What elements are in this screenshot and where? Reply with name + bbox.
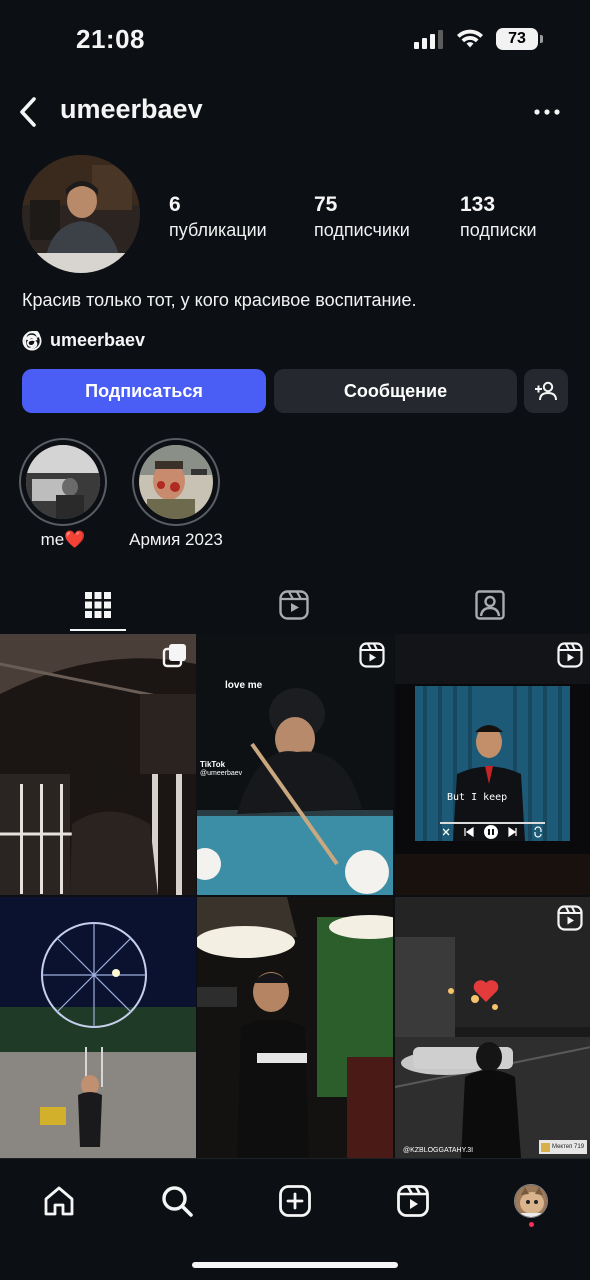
highlight-ring [132, 438, 220, 526]
follow-button[interactable]: Подписаться [22, 369, 266, 413]
post-tile[interactable] [197, 897, 393, 1158]
nav-search[interactable] [157, 1181, 197, 1221]
stat-followers-label: подписчики [314, 220, 410, 240]
tab-reels[interactable] [196, 577, 392, 633]
battery-icon: 73 [496, 28, 543, 50]
post-watermark: @KZBLOGGATAHY.3I [403, 1147, 474, 1154]
heart-emoji-icon [473, 980, 499, 1002]
notification-dot [529, 1222, 534, 1227]
post-tile[interactable]: But I keep [395, 634, 590, 895]
nav-home[interactable] [39, 1181, 79, 1221]
status-bar: 21:08 73 [0, 0, 590, 80]
threads-icon [22, 330, 42, 351]
nav-profile[interactable] [511, 1181, 551, 1221]
search-icon [162, 1186, 193, 1217]
post-tile[interactable] [0, 634, 196, 895]
profile-bio: Красив только тот, у кого красивое воспи… [22, 290, 417, 310]
carousel-icon [162, 644, 186, 668]
highlight-label: me❤️ [40, 530, 86, 549]
active-tab-indicator [70, 629, 126, 631]
avatar-photo [22, 155, 140, 273]
highlight-cover [139, 445, 213, 519]
status-time: 21:08 [76, 24, 145, 54]
chevron-left-icon [20, 97, 36, 127]
stat-following[interactable]: 133 подписки [460, 193, 537, 243]
status-icons: 73 [414, 28, 543, 50]
threads-handle: umeerbaev [50, 330, 146, 350]
more-options-button[interactable] [532, 98, 562, 126]
post-image [0, 897, 196, 1158]
music-player-controls [443, 825, 542, 839]
stat-followers-count: 75 [314, 193, 338, 216]
post-image [0, 634, 196, 895]
reels-icon [397, 1185, 429, 1217]
post-image [395, 634, 590, 895]
nav-create[interactable] [275, 1181, 315, 1221]
reels-icon [557, 905, 583, 931]
reels-icon [279, 590, 309, 620]
nav-reels[interactable] [393, 1181, 433, 1221]
location-sticker-label: Мектеп 719 [552, 1144, 585, 1150]
post-caption: But I keep [447, 792, 508, 803]
highlight-cover [26, 445, 100, 519]
post-image [197, 897, 393, 1158]
highlight-ring [19, 438, 107, 526]
highlight-army-2023[interactable]: Армия 2023 [129, 438, 223, 549]
post-image [197, 634, 393, 895]
post-tile[interactable] [0, 897, 196, 1158]
stat-posts[interactable]: 6 публикации [169, 193, 267, 243]
stat-posts-count: 6 [169, 193, 181, 216]
message-button[interactable]: Сообщение [274, 369, 517, 413]
stat-following-label: подписки [460, 220, 537, 240]
grid-icon [85, 592, 111, 618]
profile-tabs [0, 577, 590, 633]
reels-icon [557, 642, 583, 668]
suggested-users-button[interactable] [524, 369, 568, 413]
stat-posts-label: публикации [169, 220, 267, 240]
stat-following-count: 133 [460, 193, 496, 216]
tiktok-label: TikTok [200, 760, 226, 769]
wifi-icon [457, 29, 483, 48]
tab-posts-grid[interactable] [0, 577, 196, 633]
post-tile[interactable]: love me TikTok @umeerbaev [197, 634, 393, 895]
profile-avatar [514, 1184, 548, 1218]
location-sticker-icon [541, 1142, 550, 1152]
tiktok-handle: @umeerbaev [200, 770, 243, 777]
page-title: umeerbaev [60, 94, 203, 124]
home-indicator [192, 1262, 398, 1268]
more-horizontal-icon [534, 109, 560, 115]
tab-tagged[interactable] [392, 577, 588, 633]
create-post-icon [279, 1185, 311, 1217]
post-image [395, 897, 590, 1158]
threads-link[interactable]: umeerbaev [22, 330, 145, 351]
add-person-icon [535, 381, 557, 401]
back-button[interactable] [14, 94, 44, 130]
post-location-sticker: Мектеп 719 [539, 1140, 587, 1154]
post-tile[interactable]: @KZBLOGGATAHY.3I Мектеп 719 [395, 897, 590, 1158]
stat-followers[interactable]: 75 подписчики [314, 193, 410, 243]
home-icon [44, 1186, 74, 1216]
battery-level: 73 [508, 30, 526, 47]
posts-grid: love me TikTok @umeerbaev But I keep @KZ… [0, 634, 590, 1158]
highlight-me[interactable]: me❤️ [19, 438, 107, 549]
profile-avatar[interactable] [22, 155, 140, 273]
highlight-label: Армия 2023 [129, 530, 223, 549]
post-caption: love me [225, 680, 263, 691]
cellular-signal-icon [414, 30, 443, 49]
profile-header: umeerbaev [0, 88, 590, 136]
tagged-person-icon [475, 590, 505, 620]
reels-icon [359, 642, 385, 668]
